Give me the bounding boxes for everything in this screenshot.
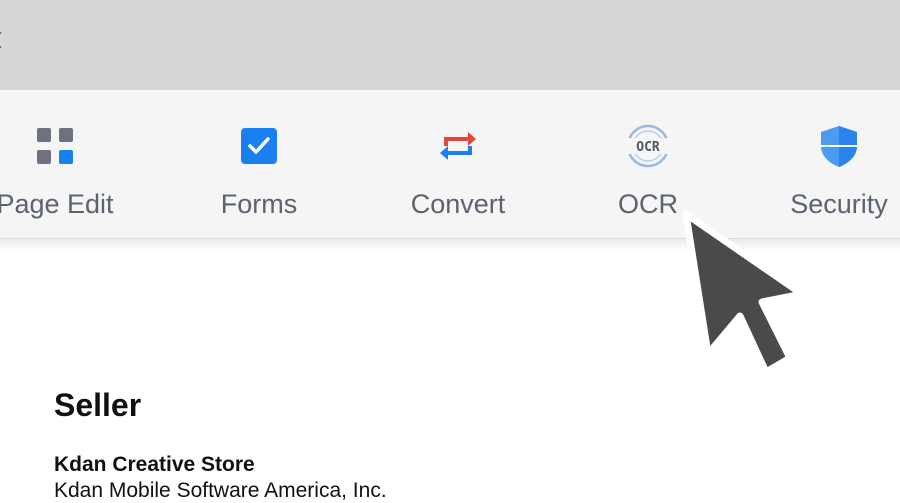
toolbar-security-label: Security [790, 189, 888, 219]
company-name: Kdan Creative Store [54, 453, 255, 476]
toolbar-ocr-button[interactable]: OCR OCR [573, 90, 723, 238]
seller-heading: Seller [54, 387, 142, 423]
shield-icon [821, 126, 857, 167]
toolbar-page-edit-button[interactable]: Page Edit [0, 90, 130, 238]
document-page: Seller Kdan Creative Store Kdan Mobile S… [0, 251, 900, 502]
toolbar-convert-button[interactable]: Convert [383, 90, 533, 238]
main-toolbar: Page Edit Forms Convert OCR OCR Security [0, 90, 900, 239]
company-legal-name: Kdan Mobile Software America, Inc. [54, 479, 387, 502]
toolbar-security-button[interactable]: Security [764, 90, 900, 238]
back-chevron-icon[interactable] [0, 31, 9, 49]
toolbar-forms-button[interactable]: Forms [184, 90, 334, 238]
toolbar-forms-label: Forms [220, 189, 298, 219]
toolbar-page-edit-label: Page Edit [0, 189, 114, 219]
ocr-icon: OCR [626, 124, 670, 168]
toolbar-convert-label: Convert [410, 189, 506, 219]
toolbar-ocr-label: OCR [618, 189, 678, 219]
window-titlebar [0, 0, 900, 90]
toolbar-shadow [0, 239, 900, 251]
grid-icon [37, 128, 73, 164]
swap-arrows-icon [440, 132, 476, 160]
checkbox-icon [241, 128, 277, 164]
svg-text:OCR: OCR [636, 140, 660, 155]
